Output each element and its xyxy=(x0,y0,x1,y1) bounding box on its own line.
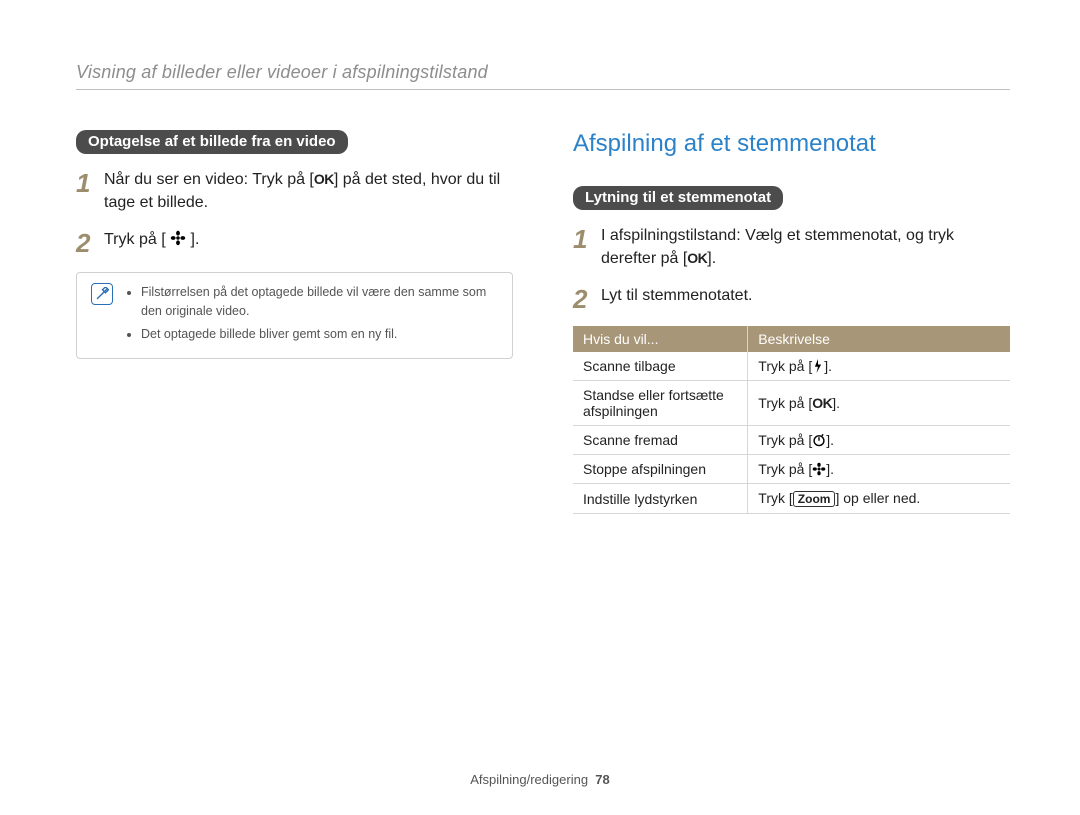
table-header: Beskrivelse xyxy=(748,326,1010,352)
text: Tryk på [ xyxy=(758,461,812,477)
table-row: Indstille lydstyrken Tryk [Zoom] op elle… xyxy=(573,484,1010,514)
step-1: 1 I afspilningstilstand: Vælg et stemmen… xyxy=(573,224,1010,270)
breadcrumb: Visning af billeder eller videoer i afsp… xyxy=(76,62,1010,83)
step-number: 1 xyxy=(76,170,104,196)
cell: Tryk på []. xyxy=(748,352,1010,381)
note-list: Filstørrelsen på det optagede billede vi… xyxy=(127,283,498,347)
text: Tryk [ xyxy=(758,490,792,506)
flower-icon xyxy=(812,462,826,476)
manual-page: Visning af billeder eller videoer i afsp… xyxy=(0,0,1080,815)
cell: Scanne tilbage xyxy=(573,352,748,381)
page-footer: Afspilning/redigering 78 xyxy=(0,772,1080,787)
step-number: 2 xyxy=(573,286,601,312)
note-icon xyxy=(91,283,113,305)
left-column: Optagelse af et billede fra en video 1 N… xyxy=(76,130,513,514)
table-row: Scanne fremad Tryk på []. xyxy=(573,426,1010,455)
right-column: Afspilning af et stemmenotat Lytning til… xyxy=(573,130,1010,514)
commands-table: Hvis du vil... Beskrivelse Scanne tilbag… xyxy=(573,326,1010,514)
step-2: 2 Tryk på [ ]. xyxy=(76,228,513,256)
cell: Standse eller fortsætte afspilningen xyxy=(573,381,748,426)
timer-icon xyxy=(812,433,826,447)
cell: Indstille lydstyrken xyxy=(573,484,748,514)
ok-icon: OK xyxy=(314,169,334,189)
text: ]. xyxy=(707,250,716,267)
section-pill-left: Optagelse af et billede fra en video xyxy=(76,130,348,154)
flower-icon xyxy=(170,230,186,246)
table-row: Scanne tilbage Tryk på []. xyxy=(573,352,1010,381)
cell: Scanne fremad xyxy=(573,426,748,455)
cell: Stoppe afspilningen xyxy=(573,455,748,484)
step-number: 2 xyxy=(76,230,104,256)
divider xyxy=(76,89,1010,90)
cell: Tryk på []. xyxy=(748,455,1010,484)
cell: Tryk [Zoom] op eller ned. xyxy=(748,484,1010,514)
note-item: Det optagede billede bliver gemt som en … xyxy=(141,325,498,344)
cell: Tryk på []. xyxy=(748,426,1010,455)
table-row: Standse eller fortsætte afspilningen Try… xyxy=(573,381,1010,426)
step-body: Lyt til stemmenotatet. xyxy=(601,284,1010,307)
text: I afspilningstilstand: Vælg et stemmenot… xyxy=(601,227,954,267)
text: Tryk på [ xyxy=(758,432,812,448)
table-row: Stoppe afspilningen Tryk på []. xyxy=(573,455,1010,484)
step-2: 2 Lyt til stemmenotatet. xyxy=(573,284,1010,312)
text: ]. xyxy=(824,358,832,374)
step-body: I afspilningstilstand: Vælg et stemmenot… xyxy=(601,224,1010,270)
text: Når du ser en video: Tryk på [ xyxy=(104,171,314,188)
footer-section: Afspilning/redigering xyxy=(470,772,588,787)
text: Tryk på [ xyxy=(758,395,812,411)
cell: Tryk på [OK]. xyxy=(748,381,1010,426)
text: ]. xyxy=(191,231,200,248)
text: ] op eller ned. xyxy=(835,490,920,506)
table-body: Scanne tilbage Tryk på []. Standse eller… xyxy=(573,352,1010,514)
text: Tryk på [ xyxy=(104,231,166,248)
ok-icon: OK xyxy=(687,248,707,268)
zoom-button-label: Zoom xyxy=(793,491,836,507)
two-column-layout: Optagelse af et billede fra en video 1 N… xyxy=(76,130,1010,514)
step-body: Når du ser en video: Tryk på [OK] på det… xyxy=(104,168,513,214)
text: ]. xyxy=(832,395,840,411)
section-title: Afspilning af et stemmenotat xyxy=(573,130,1010,158)
text: Tryk på [ xyxy=(758,358,812,374)
note-box: Filstørrelsen på det optagede billede vi… xyxy=(76,272,513,358)
page-number: 78 xyxy=(595,772,609,787)
text: ]. xyxy=(826,432,834,448)
note-item: Filstørrelsen på det optagede billede vi… xyxy=(141,283,498,321)
step-1: 1 Når du ser en video: Tryk på [OK] på d… xyxy=(76,168,513,214)
section-pill-right: Lytning til et stemmenotat xyxy=(573,186,783,210)
step-body: Tryk på [ ]. xyxy=(104,228,513,251)
flash-icon xyxy=(812,359,824,373)
table-header: Hvis du vil... xyxy=(573,326,748,352)
text: ]. xyxy=(826,461,834,477)
step-number: 1 xyxy=(573,226,601,252)
ok-icon: OK xyxy=(812,395,832,411)
